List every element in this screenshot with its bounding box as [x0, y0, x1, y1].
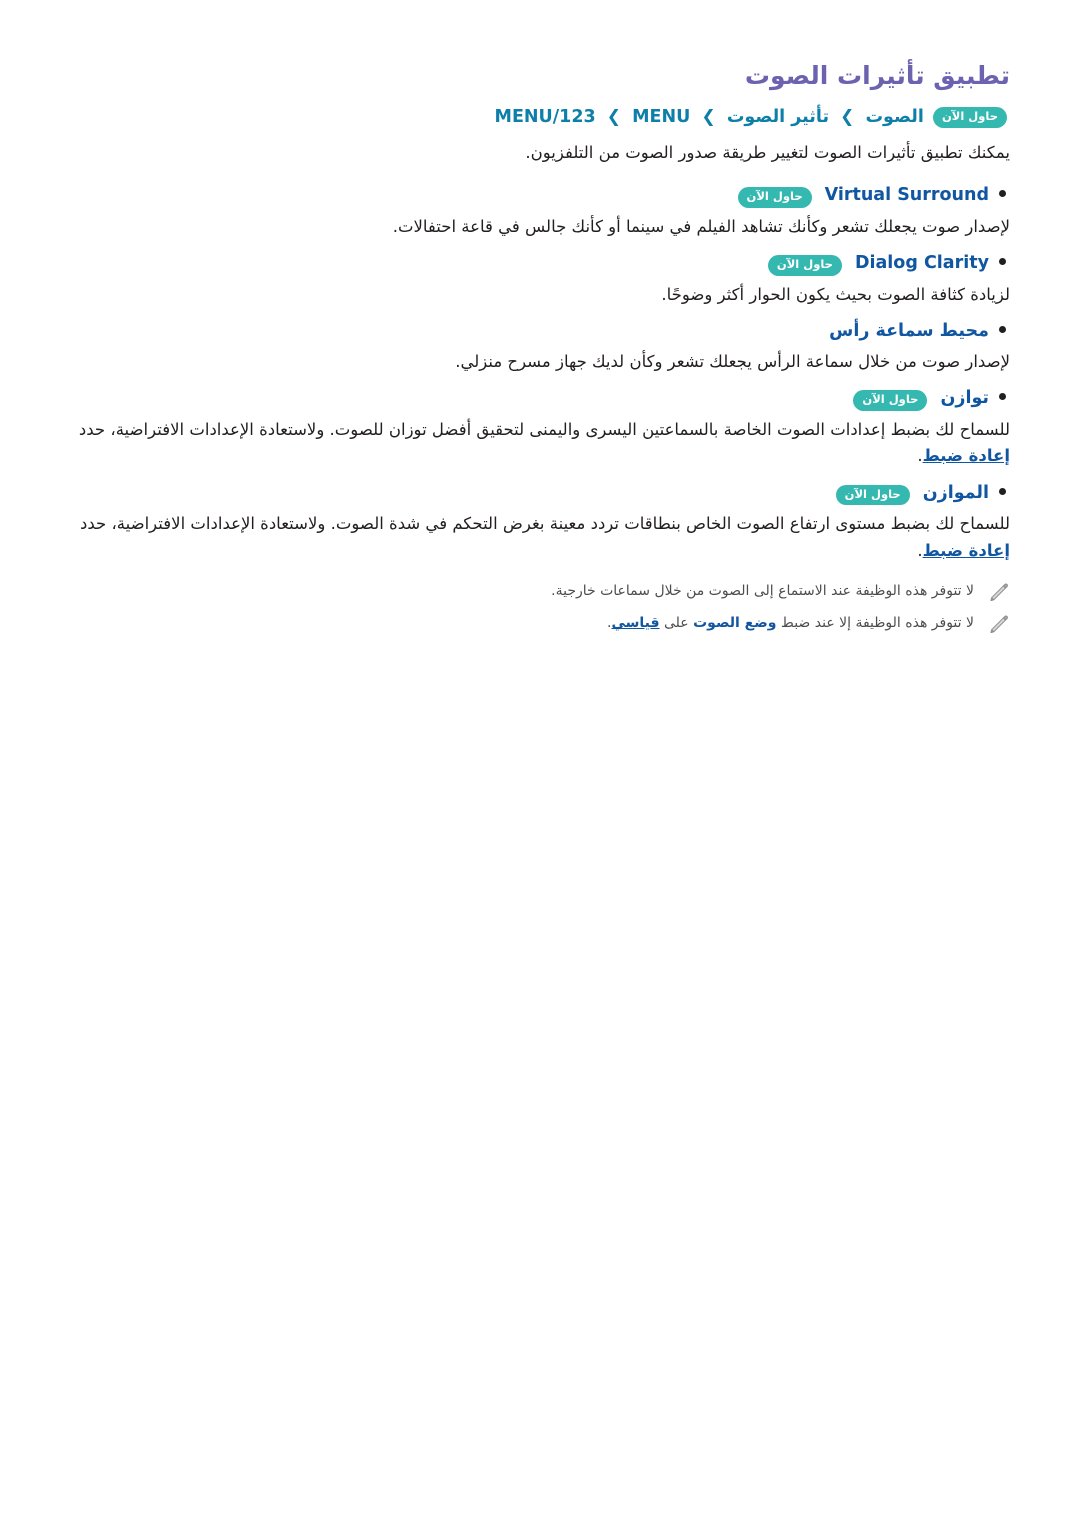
- breadcrumb-sequence: MENU/123 ❮ MENU ❮ الصوت ❮ تأثير الصوت حا…: [495, 107, 1010, 128]
- bullet-dot-icon: [999, 190, 1006, 198]
- note-text: لا تتوفر هذه الوظيفة إلا عند ضبط وضع الص…: [70, 612, 974, 634]
- bullet-block-dialog-clarity: Dialog Clarity حاول الآن لزيادة كثافة ال…: [70, 252, 1010, 308]
- document-page: تطبيق تأثيرات الصوت MENU/123 ❮ MENU ❮ ال…: [0, 0, 1080, 1527]
- notes-section: لا تتوفر هذه الوظيفة عند الاستماع إلى ال…: [70, 580, 1010, 635]
- sound-mode-link[interactable]: وضع الصوت: [693, 615, 776, 631]
- bullet-desc-balance: للسماح لك بضبط إعدادات الصوت الخاصة بالس…: [70, 417, 1010, 470]
- bullet-title-virtual-surround: Virtual Surround: [824, 185, 989, 206]
- note-text-mid: على: [659, 615, 694, 632]
- bullet-desc-virtual-surround: لإصدار صوت يجعلك تشعر وكأنك تشاهد الفيلم…: [392, 216, 1010, 236]
- try-now-badge[interactable]: حاول الآن: [835, 484, 910, 506]
- page-title: تطبيق تأثيرات الصوت: [744, 61, 1010, 90]
- bullet-desc-headphone-surround: لإصدار صوت من خلال سماعة الرأس يجعلك تشع…: [455, 351, 1010, 371]
- intro-paragraph: يمكنك تطبيق تأثيرات الصوت لتغيير طريقة ص…: [525, 143, 1010, 163]
- try-now-badge[interactable]: حاول الآن: [767, 255, 842, 276]
- bullet-heading: Virtual Surround حاول الآن: [70, 184, 1010, 208]
- bullet-title-balance: توازن: [940, 388, 989, 409]
- note-text: لا تتوفر هذه الوظيفة عند الاستماع إلى ال…: [551, 582, 974, 599]
- bullet-heading: الموازن حاول الآن: [70, 482, 1010, 506]
- bullet-dot-icon: [999, 326, 1006, 334]
- bullet-desc-equalizer: للسماح لك بضبط مستوى ارتفاع الصوت الخاص …: [70, 511, 1010, 564]
- chevron-left-icon: ❮: [606, 107, 622, 128]
- bullet-dot-icon: [999, 393, 1006, 401]
- note-text-before: لا تتوفر هذه الوظيفة إلا عند ضبط: [776, 615, 974, 632]
- bullet-desc-dialog-clarity: لزيادة كثافة الصوت بحيث يكون الحوار أكثر…: [661, 284, 1010, 304]
- bullet-title-headphone-surround: محيط سماعة رأس: [829, 321, 989, 342]
- bullet-heading: Dialog Clarity حاول الآن: [70, 252, 1010, 276]
- bullet-block-headphone-surround: محيط سماعة رأس لإصدار صوت من خلال سماعة …: [70, 320, 1010, 375]
- breadcrumb-item-3[interactable]: تأثير الصوت: [727, 107, 829, 127]
- bullet-dot-icon: [999, 487, 1006, 495]
- standard-link[interactable]: قياسي: [611, 615, 659, 631]
- note-row: لا تتوفر هذه الوظيفة إلا عند ضبط وضع الص…: [70, 612, 1010, 634]
- bullet-block-balance: توازن حاول الآن للسماح لك بضبط إعدادات ا…: [70, 387, 1010, 469]
- desc-text-before: للسماح لك بضبط مستوى ارتفاع الصوت الخاص …: [79, 514, 1010, 534]
- try-now-badge[interactable]: حاول الآن: [737, 187, 812, 208]
- note-row: لا تتوفر هذه الوظيفة عند الاستماع إلى ال…: [70, 580, 1010, 602]
- bullet-dot-icon: [999, 258, 1006, 266]
- breadcrumb-item-0[interactable]: MENU/123: [495, 107, 596, 127]
- breadcrumb-item-2[interactable]: الصوت: [865, 107, 923, 127]
- bullet-title-dialog-clarity: Dialog Clarity: [854, 253, 989, 274]
- pencil-icon: [988, 613, 1010, 635]
- chevron-left-icon: ❮: [840, 107, 855, 128]
- reset-link[interactable]: إعادة ضبط: [923, 446, 1010, 465]
- try-now-badge[interactable]: حاول الآن: [853, 390, 928, 411]
- bullet-block-virtual-surround: Virtual Surround حاول الآن لإصدار صوت يج…: [70, 184, 1010, 240]
- bullet-block-equalizer: الموازن حاول الآن للسماح لك بضبط مستوى ا…: [70, 482, 1010, 564]
- breadcrumb-item-1[interactable]: MENU: [632, 107, 690, 127]
- chevron-left-icon: ❮: [701, 107, 716, 128]
- try-now-badge[interactable]: حاول الآن: [932, 107, 1007, 128]
- bullet-heading: توازن حاول الآن: [70, 387, 1010, 411]
- pencil-icon: [988, 581, 1010, 603]
- bullet-title-equalizer: الموازن: [922, 482, 989, 503]
- breadcrumb: MENU/123 ❮ MENU ❮ الصوت ❮ تأثير الصوت حا…: [70, 105, 1010, 130]
- reset-link[interactable]: إعادة ضبط: [923, 541, 1010, 560]
- desc-text-before: للسماح لك بضبط إعدادات الصوت الخاصة بالس…: [78, 419, 1010, 439]
- bullet-heading: محيط سماعة رأس: [70, 320, 1010, 343]
- page-content: تطبيق تأثيرات الصوت MENU/123 ❮ MENU ❮ ال…: [70, 60, 1010, 645]
